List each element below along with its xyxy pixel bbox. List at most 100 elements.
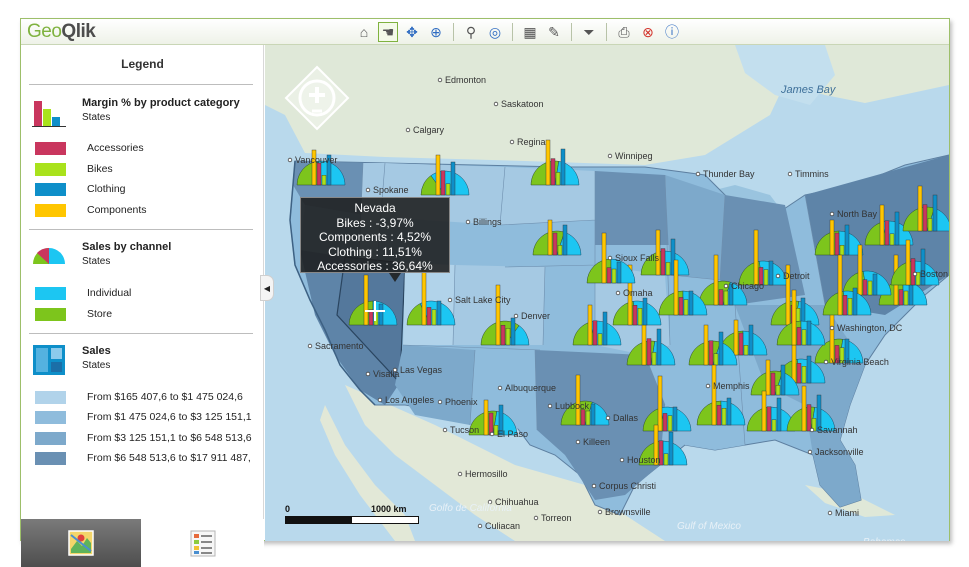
pan-button[interactable]: ✥ <box>402 22 422 42</box>
filter-clear-icon: ⏷ <box>583 23 595 40</box>
margin-bar <box>726 397 732 426</box>
section-subtitle: States <box>82 360 111 371</box>
help-ring-button[interactable]: ⊗ <box>638 22 658 42</box>
geoqlik-window: GeoQlik ⌂ ☚ ✥ ⊕ ⚲ ◎ ▦ ✎ ⏷ ⎙ ⊗ ⓘ Legend Margin % by … <box>20 18 950 567</box>
city-marker <box>547 403 553 409</box>
margin-bar <box>867 280 873 296</box>
map-layers-icon <box>68 530 94 556</box>
margin-bar <box>672 406 678 432</box>
binoculars-icon: ⚲ <box>465 23 477 40</box>
margin-bar <box>780 364 786 396</box>
toolbar-separator <box>606 23 607 41</box>
city-marker <box>365 371 371 377</box>
city-marker <box>775 273 781 279</box>
tooltip-line: Components : 4,52% <box>318 230 432 244</box>
legend-sidebar: Legend Margin % by product category Stat… <box>21 45 264 567</box>
city-label: Billings <box>473 217 502 227</box>
city-marker <box>823 359 829 365</box>
margin-bar <box>611 268 617 284</box>
city-label: Winnipeg <box>615 151 653 161</box>
city-label: Sioux Falls <box>615 253 660 263</box>
margin-bar <box>879 204 885 246</box>
city-label: North Bay <box>837 209 878 219</box>
legend-list-icon <box>190 530 215 557</box>
nav-pad[interactable] <box>284 65 350 131</box>
map-canvas[interactable]: Edmonton Saskatoon Calgary Regina Vancouver W… <box>265 45 949 541</box>
info-icon: ⓘ <box>665 24 679 40</box>
margin-bar <box>505 328 511 346</box>
margin-bar <box>592 320 598 346</box>
margin-bar <box>743 345 749 356</box>
margin-bar <box>852 287 858 316</box>
margin-bar <box>641 319 647 366</box>
filter-clear-button[interactable]: ⏷ <box>579 22 599 42</box>
legend-item: Bikes <box>35 162 113 176</box>
section-subtitle: States <box>82 112 111 123</box>
section-title: Sales <box>82 345 111 357</box>
margin-bar <box>847 297 853 316</box>
tab-map-layers[interactable] <box>21 519 141 567</box>
print-button[interactable]: ⎙ <box>614 22 634 42</box>
binoculars-button[interactable]: ⚲ <box>461 22 481 42</box>
margin-bar <box>547 219 553 256</box>
tab-legend[interactable] <box>141 519 264 567</box>
target-button[interactable]: ◎ <box>485 22 505 42</box>
margin-bar <box>683 299 689 316</box>
eraser-button[interactable]: ✎ <box>544 22 564 42</box>
map-view[interactable]: Edmonton Saskatoon Calgary Regina Vancouver W… <box>265 45 949 541</box>
city-label: Las Vegas <box>400 365 443 375</box>
geoqlik-logo: GeoQlik <box>27 21 96 42</box>
legend-item: From $165 407,6 to $1 475 024,6 <box>35 390 243 404</box>
zoom-button[interactable]: ⊕ <box>426 22 446 42</box>
city-marker <box>705 383 711 389</box>
margin-bar <box>718 289 724 306</box>
city-marker <box>513 313 519 319</box>
city-label: Torreon <box>541 513 572 523</box>
margin-bar <box>839 244 845 256</box>
home-button[interactable]: ⌂ <box>354 22 374 42</box>
pie-chart-icon <box>33 247 65 264</box>
tooltip-title: Nevada <box>354 201 396 215</box>
city-label: El Paso <box>497 429 528 439</box>
city-label: Killeen <box>583 437 610 447</box>
margin-bar <box>791 289 797 346</box>
swatch-accessories <box>35 141 66 155</box>
select-icon: ☚ <box>381 23 395 40</box>
rectangle-select-button[interactable]: ▦ <box>520 22 540 42</box>
city-label: Tucson <box>450 425 479 435</box>
margin-bar <box>894 211 900 246</box>
choropleth-icon <box>33 345 65 375</box>
city-marker <box>615 290 621 296</box>
city-marker <box>619 457 625 463</box>
scale-distance-label: 1000 km <box>371 504 407 514</box>
margin-bar <box>908 283 914 306</box>
margin-bar <box>440 170 446 196</box>
margin-bar <box>560 148 566 186</box>
margin-bar <box>575 374 581 426</box>
margin-bar <box>668 431 674 466</box>
swatch-sales-range-2 <box>35 410 66 424</box>
city-marker <box>605 415 611 421</box>
help-ring-icon: ⊗ <box>642 23 654 40</box>
margin-bar <box>660 248 666 276</box>
city-marker <box>807 449 813 455</box>
margin-bar <box>678 297 684 316</box>
margin-bar <box>898 289 904 306</box>
city-marker <box>497 385 503 391</box>
city-label: Savannah <box>817 425 858 435</box>
margin-bar <box>642 297 648 326</box>
margin-bar <box>806 404 812 432</box>
margin-bar <box>796 363 802 384</box>
margin-bar <box>602 311 608 346</box>
margin-bar <box>616 261 622 284</box>
margin-bar <box>436 300 442 326</box>
city-marker <box>307 343 313 349</box>
swatch-store <box>35 307 66 321</box>
select-button[interactable]: ☚ <box>378 22 398 42</box>
city-label: Albuquerque <box>505 383 556 393</box>
margin-bar <box>673 259 679 316</box>
collapse-sidebar-button[interactable]: ◀ <box>260 275 274 301</box>
info-button[interactable]: ⓘ <box>662 22 682 42</box>
tooltip-pointer <box>389 273 401 282</box>
margin-bar <box>550 158 556 186</box>
